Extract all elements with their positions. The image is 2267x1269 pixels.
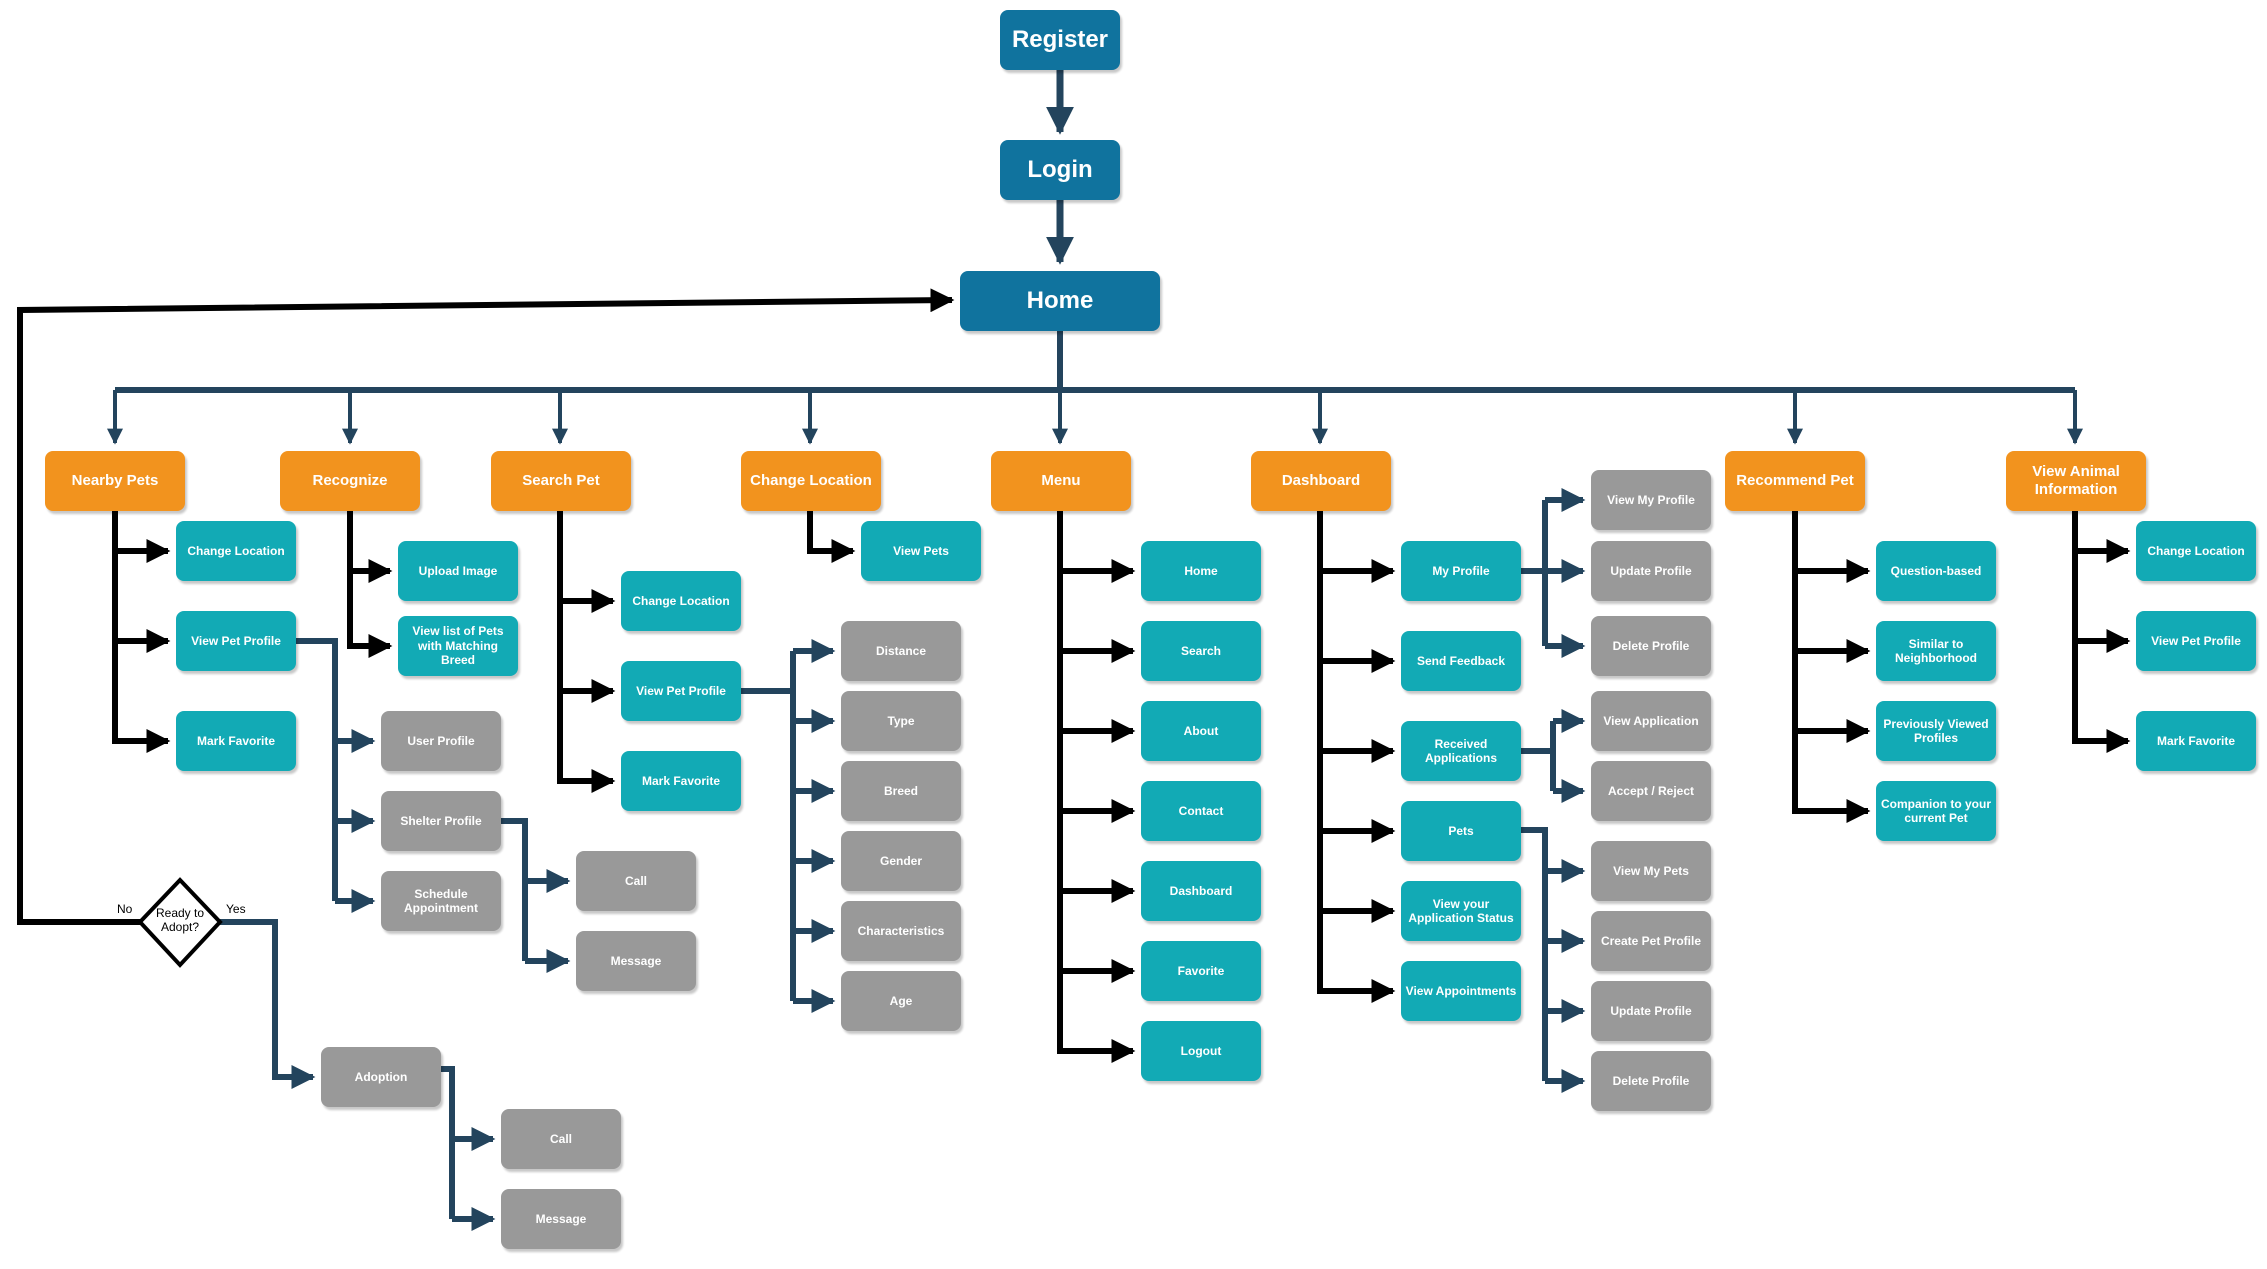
animal-mark-favorite[interactable]: Mark Favorite — [2136, 711, 2256, 771]
register-node[interactable]: Register — [1000, 10, 1120, 70]
dashboard-view-appointments[interactable]: View Appointments — [1401, 961, 1521, 1021]
edge-dashboard-2 — [1317, 511, 1396, 763]
shelter-message[interactable]: Message — [576, 931, 696, 991]
decision-label: Ready to Adopt? — [155, 906, 205, 935]
profile-delete[interactable]: Delete Profile — [1591, 616, 1711, 676]
dashboard-application-status[interactable]: View your Application Status — [1401, 881, 1521, 941]
category-recommend-pet[interactable]: Recommend Pet — [1725, 451, 1865, 511]
recognize-matching-breed-list[interactable]: View list of Pets with Matching Breed — [398, 616, 518, 676]
nearby-schedule-appointment[interactable]: Schedule Appointment — [381, 871, 501, 931]
dashboard-my-profile[interactable]: My Profile — [1401, 541, 1521, 601]
edge-menu-2 — [1057, 511, 1136, 743]
search-view-pet-profile[interactable]: View Pet Profile — [621, 661, 741, 721]
recognize-upload-image[interactable]: Upload Image — [398, 541, 518, 601]
recommend-companion[interactable]: Companion to your current Pet — [1876, 781, 1996, 841]
category-search-pet[interactable]: Search Pet — [491, 451, 631, 511]
edge-menu-5 — [1057, 511, 1136, 983]
search-change-location[interactable]: Change Location — [621, 571, 741, 631]
animal-view-pet-profile[interactable]: View Pet Profile — [2136, 611, 2256, 671]
attr-breed[interactable]: Breed — [841, 761, 961, 821]
recommend-question-based[interactable]: Question-based — [1876, 541, 1996, 601]
search-mark-favorite[interactable]: Mark Favorite — [621, 751, 741, 811]
edge-dashboard-3 — [1317, 511, 1396, 843]
edge-recognize-0 — [347, 511, 393, 583]
decision-no-label: No — [117, 902, 133, 916]
edge-recommend-0 — [1792, 511, 1871, 583]
edge-recognize-1 — [347, 511, 393, 658]
dashboard-received-applications[interactable]: Received Applications — [1401, 721, 1521, 781]
profile-update[interactable]: Update Profile — [1591, 541, 1711, 601]
attr-age[interactable]: Age — [841, 971, 961, 1031]
category-menu[interactable]: Menu — [991, 451, 1131, 511]
edge-nearby-child-1 — [112, 511, 171, 653]
home-node[interactable]: Home — [960, 271, 1160, 331]
edge-location-viewpets — [807, 511, 856, 563]
menu-search[interactable]: Search — [1141, 621, 1261, 681]
application-accept-reject[interactable]: Accept / Reject — [1591, 761, 1711, 821]
edge-shelter-trunk — [501, 818, 528, 961]
attr-characteristics[interactable]: Characteristics — [841, 901, 961, 961]
edge-recommend-1 — [1792, 511, 1871, 663]
nearby-mark-favorite[interactable]: Mark Favorite — [176, 711, 296, 771]
attr-type[interactable]: Type — [841, 691, 961, 751]
edge-menu-0 — [1057, 511, 1136, 583]
category-dashboard[interactable]: Dashboard — [1251, 451, 1391, 511]
edge-recommend-3 — [1792, 511, 1871, 823]
nearby-shelter-profile[interactable]: Shelter Profile — [381, 791, 501, 851]
pets-view-my-pets[interactable]: View My Pets — [1591, 841, 1711, 901]
edge-search-2 — [557, 511, 616, 793]
pets-create-profile[interactable]: Create Pet Profile — [1591, 911, 1711, 971]
category-change-location[interactable]: Change Location — [741, 451, 881, 511]
attr-distance[interactable]: Distance — [841, 621, 961, 681]
edge-animal-1 — [2072, 511, 2131, 653]
edge-nearby-child-2 — [112, 511, 171, 753]
edge-nearby-child-0 — [112, 511, 171, 563]
nearby-view-pet-profile[interactable]: View Pet Profile — [176, 611, 296, 671]
location-view-pets[interactable]: View Pets — [861, 521, 981, 581]
nearby-change-location[interactable]: Change Location — [176, 521, 296, 581]
edge-recommend-2 — [1792, 511, 1871, 743]
animal-change-location[interactable]: Change Location — [2136, 521, 2256, 581]
edge-adoption-trunk — [441, 1066, 455, 1219]
menu-about[interactable]: About — [1141, 701, 1261, 761]
edge-dashboard-1 — [1317, 511, 1396, 673]
application-view[interactable]: View Application — [1591, 691, 1711, 751]
edge-search-0 — [557, 511, 616, 613]
menu-contact[interactable]: Contact — [1141, 781, 1261, 841]
edge-dashboard-0 — [1317, 511, 1396, 583]
edge-menu-1 — [1057, 511, 1136, 663]
category-nearby-pets[interactable]: Nearby Pets — [45, 451, 185, 511]
menu-dashboard[interactable]: Dashboard — [1141, 861, 1261, 921]
edge-decision-yes — [220, 919, 316, 1089]
category-recognize[interactable]: Recognize — [280, 451, 420, 511]
edge-pets-trunk — [1521, 827, 1548, 1081]
adoption-call[interactable]: Call — [501, 1109, 621, 1169]
attr-gender[interactable]: Gender — [841, 831, 961, 891]
menu-logout[interactable]: Logout — [1141, 1021, 1261, 1081]
menu-home[interactable]: Home — [1141, 541, 1261, 601]
shelter-call[interactable]: Call — [576, 851, 696, 911]
adoption-node[interactable]: Adoption — [321, 1047, 441, 1107]
adoption-message[interactable]: Message — [501, 1189, 621, 1249]
nearby-user-profile[interactable]: User Profile — [381, 711, 501, 771]
recommend-similar-neighborhood[interactable]: Similar to Neighborhood — [1876, 621, 1996, 681]
menu-favorite[interactable]: Favorite — [1141, 941, 1261, 1001]
edge-animal-0 — [2072, 511, 2131, 563]
login-node[interactable]: Login — [1000, 140, 1120, 200]
pets-delete-profile[interactable]: Delete Profile — [1591, 1051, 1711, 1111]
decision-yes-label: Yes — [226, 902, 246, 916]
dashboard-send-feedback[interactable]: Send Feedback — [1401, 631, 1521, 691]
profile-view[interactable]: View My Profile — [1591, 470, 1711, 530]
recommend-previously-viewed[interactable]: Previously Viewed Profiles — [1876, 701, 1996, 761]
edge-nearby-vpp-trunk — [296, 638, 338, 901]
edge-animal-2 — [2072, 511, 2131, 753]
pets-update-profile[interactable]: Update Profile — [1591, 981, 1711, 1041]
dashboard-pets[interactable]: Pets — [1401, 801, 1521, 861]
edge-menu-3 — [1057, 511, 1136, 823]
category-view-animal-information[interactable]: View Animal Information — [2006, 451, 2146, 511]
